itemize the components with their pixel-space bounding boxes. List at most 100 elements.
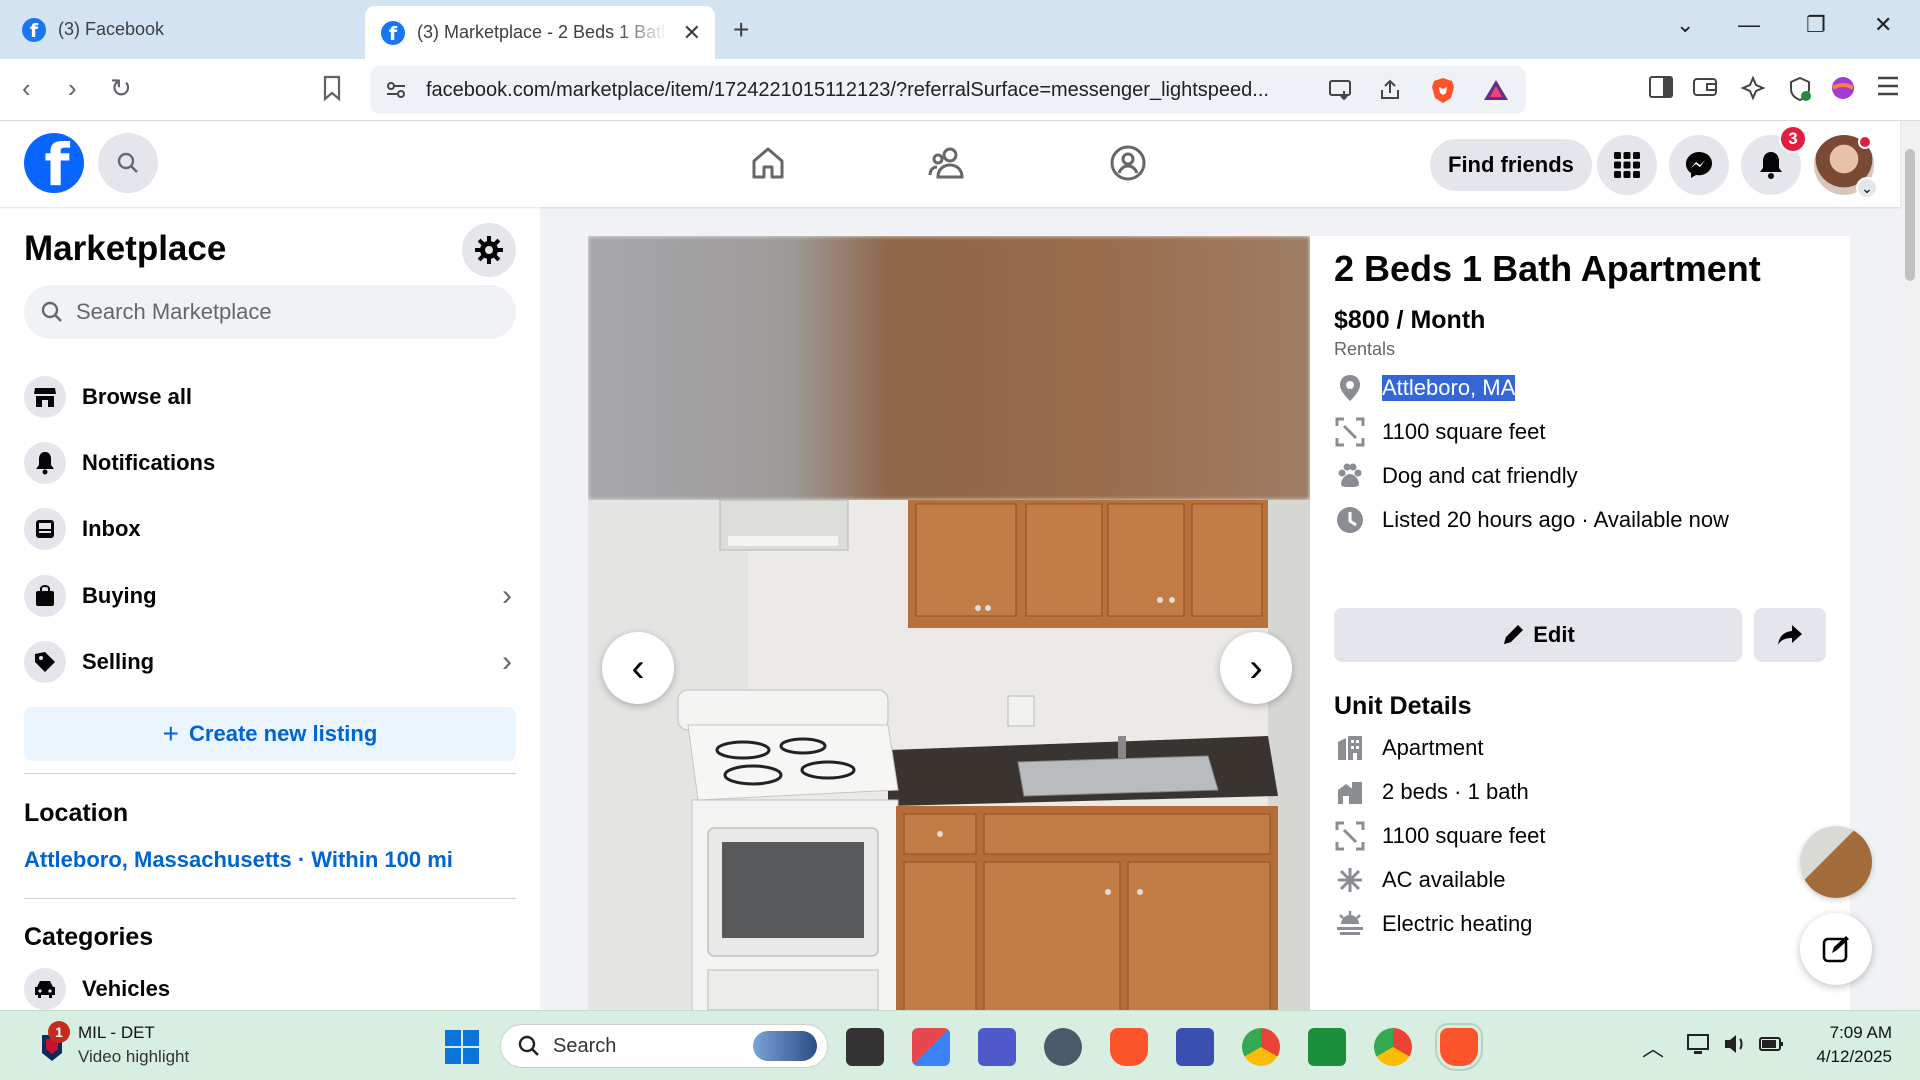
unit-detail-text: AC available [1382,867,1506,892]
new-message-button[interactable] [1800,913,1872,985]
page-scrollbar[interactable] [1900,121,1920,1010]
listing-photo[interactable] [588,236,1310,1010]
windows-logo-icon [445,1030,479,1064]
goodreads-app-icon[interactable] [1308,1028,1346,1066]
close-window-button[interactable]: ✕ [1874,12,1892,38]
reload-button[interactable]: ↻ [110,73,132,104]
tab-marketplace[interactable]: f (3) Marketplace - 2 Beds 1 Bath Apartm… [365,6,715,59]
start-button[interactable] [444,1029,480,1070]
taskbar-search-placeholder: Search [553,1034,617,1057]
next-photo-button[interactable]: › [1220,632,1292,704]
location-filter-link[interactable]: Attleboro, Massachusetts · Within 100 mi [24,847,453,873]
notifications-button[interactable]: 3 [1741,125,1807,195]
clock-icon [1334,504,1366,536]
teams-icon[interactable] [978,1028,1016,1066]
battery-icon[interactable] [1758,1031,1784,1062]
unit-detail-text: 2 beds · 1 bath [1382,779,1529,804]
marketplace-sidebar: Marketplace Search Marketplace Browse al… [0,207,540,1010]
facebook-logo-icon[interactable]: f [24,133,84,193]
status-dot [1858,135,1872,149]
minimize-button[interactable]: — [1738,12,1760,38]
chrome-profile-icon[interactable] [1374,1028,1412,1066]
sidebar-item-buying[interactable]: Buying › [24,568,516,624]
windows-taskbar: 1 MIL - DET Video highlight Search ︿ 7:0… [0,1010,1920,1080]
compose-icon [1822,936,1849,963]
notification-count-badge: 3 [1779,125,1807,153]
volume-icon[interactable] [1722,1031,1748,1062]
category-label: Vehicles [82,976,171,1001]
bookmark-icon[interactable] [322,75,342,107]
listing-price: $800 / Month [1334,306,1486,334]
share-listing-button[interactable] [1754,608,1826,662]
create-new-listing-button[interactable]: + Create new listing [24,707,516,761]
brave-browser-icon[interactable] [1110,1028,1148,1066]
task-view-icon[interactable] [846,1028,884,1066]
listing-location-link[interactable]: Attleboro, MA [1382,375,1516,401]
listing-category[interactable]: Rentals [1334,339,1395,360]
site-settings-icon[interactable] [384,78,408,107]
page-title: Marketplace [24,229,227,268]
sidebar-item-label: Selling [82,649,155,674]
network-icon[interactable] [1686,1031,1712,1062]
chevron-down-icon[interactable]: ⌄ [1856,177,1878,199]
friends-icon[interactable] [928,143,968,183]
sidebar-item-label: Inbox [82,516,141,541]
chrome-icon[interactable] [1242,1028,1280,1066]
previous-photo-button[interactable]: ‹ [602,632,674,704]
sidebar-item-inbox[interactable]: Inbox [24,501,516,557]
restore-button[interactable]: ❐ [1806,12,1826,38]
categories-section-title: Categories [24,923,154,951]
browser-toolbar: ‹ › ↻ facebook.com/marketplace/item/1724… [0,59,1920,121]
address-bar[interactable]: facebook.com/marketplace/item/1724221015… [370,66,1526,114]
profile-ball-icon[interactable] [1830,75,1856,107]
home-icon[interactable] [748,143,788,183]
sidebar-toggle-icon[interactable] [1648,75,1674,105]
proxy-app-icon[interactable] [1176,1028,1214,1066]
category-vehicles[interactable]: Vehicles [24,965,516,1010]
gear-icon [475,236,503,264]
leo-ai-icon[interactable] [1740,75,1766,107]
brave-shields-icon[interactable] [1430,76,1456,109]
menu-grid-button[interactable] [1597,135,1657,195]
scrollbar-thumb[interactable] [1905,149,1915,281]
brave-active-icon[interactable] [1440,1028,1478,1066]
search-highlight-icon [753,1031,817,1061]
tab-facebook[interactable]: f (3) Facebook [6,6,362,53]
linux-penguin-icon[interactable] [1044,1028,1082,1066]
storefront-icon [24,376,66,418]
share-arrow-icon [1778,625,1802,645]
new-tab-button[interactable]: + [733,14,749,46]
profile-avatar[interactable]: ⌄ [1814,135,1878,199]
system-clock[interactable]: 7:09 AM 4/12/2025 [1800,1021,1892,1069]
sidebar-item-browse-all[interactable]: Browse all [24,369,516,425]
edit-label: Edit [1533,622,1575,647]
wallet-icon[interactable] [1692,75,1718,105]
install-app-icon[interactable] [1328,78,1354,107]
unit-detail-text: Electric heating [1382,911,1533,936]
menu-icon[interactable] [1876,75,1900,103]
share-page-icon[interactable] [1378,78,1402,107]
listing-fact-row: 1100 square feet [1334,414,1546,450]
vpn-shield-icon[interactable] [1786,75,1814,109]
groups-icon[interactable] [1108,143,1148,183]
settings-button[interactable] [462,223,516,277]
search-marketplace-input[interactable]: Search Marketplace [24,285,516,339]
find-friends-button[interactable]: Find friends [1430,139,1592,191]
chevron-up-icon[interactable]: ︿ [1642,1031,1664,1063]
back-button[interactable]: ‹ [22,73,31,104]
edit-listing-button[interactable]: Edit [1334,608,1742,662]
tab-title: (3) Facebook [58,19,165,39]
close-tab-icon[interactable]: ✕ [683,20,701,46]
sidebar-item-notifications[interactable]: Notifications [24,435,516,491]
taskbar-search-input[interactable]: Search [500,1024,828,1068]
brave-rewards-icon[interactable] [1482,78,1510,107]
forward-button[interactable]: › [68,73,77,104]
news-widget[interactable]: 1 MIL - DET Video highlight [38,1021,189,1069]
search-placeholder: Search Marketplace [76,299,272,324]
chat-head-thumbnail[interactable] [1800,826,1872,898]
snipping-tool-icon[interactable] [912,1028,950,1066]
tab-search-chevron-icon[interactable]: ⌄ [1676,12,1694,38]
messenger-button[interactable] [1669,135,1729,195]
search-button[interactable] [98,133,158,193]
sidebar-item-selling[interactable]: Selling › [24,634,516,690]
